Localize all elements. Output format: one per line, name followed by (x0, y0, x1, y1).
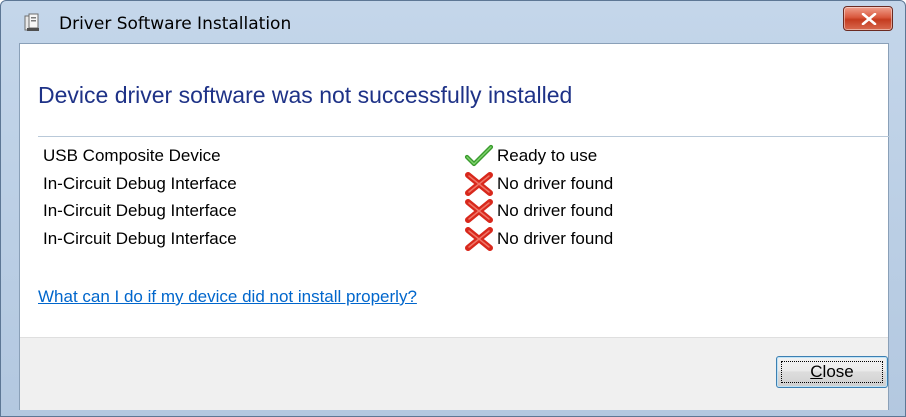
list-item: In-Circuit Debug Interface No driver fou… (43, 199, 743, 227)
list-item: In-Circuit Debug Interface No driver fou… (43, 226, 743, 255)
window-close-button[interactable] (843, 6, 893, 31)
device-name: In-Circuit Debug Interface (43, 173, 237, 193)
error-x-icon (464, 171, 494, 196)
dialog-window: Driver Software Installation Device driv… (0, 0, 906, 417)
help-link[interactable]: What can I do if my device did not insta… (38, 287, 417, 307)
close-button-label-rest: lose (822, 362, 854, 381)
error-x-icon (464, 199, 494, 223)
device-status: No driver found (497, 201, 614, 220)
device-list: USB Composite Device Ready to use In-Cir… (43, 144, 743, 254)
device-name: In-Circuit Debug Interface (43, 201, 237, 220)
list-item: In-Circuit Debug Interface No driver fou… (43, 171, 743, 200)
page-title: Device driver software was not successfu… (38, 82, 573, 108)
window-title: Driver Software Installation (59, 14, 292, 34)
dialog-footer: Close (20, 337, 888, 410)
list-item: USB Composite Device Ready to use (43, 144, 743, 172)
close-icon (861, 13, 877, 25)
close-button-label: Close (810, 362, 853, 381)
driver-install-icon (23, 13, 43, 33)
heading-divider (38, 136, 890, 137)
close-button[interactable]: Close (776, 356, 888, 388)
close-button-mnemonic: C (810, 362, 823, 381)
device-status: Ready to use (497, 146, 598, 165)
title-bar[interactable]: Driver Software Installation (1, 1, 905, 39)
dialog-content: Device driver software was not successfu… (19, 43, 890, 410)
device-name: USB Composite Device (43, 146, 221, 165)
device-status: No driver found (497, 228, 614, 248)
device-name: In-Circuit Debug Interface (43, 228, 237, 248)
device-status: No driver found (497, 173, 614, 193)
checkmark-icon (464, 144, 494, 168)
error-x-icon (464, 226, 494, 251)
